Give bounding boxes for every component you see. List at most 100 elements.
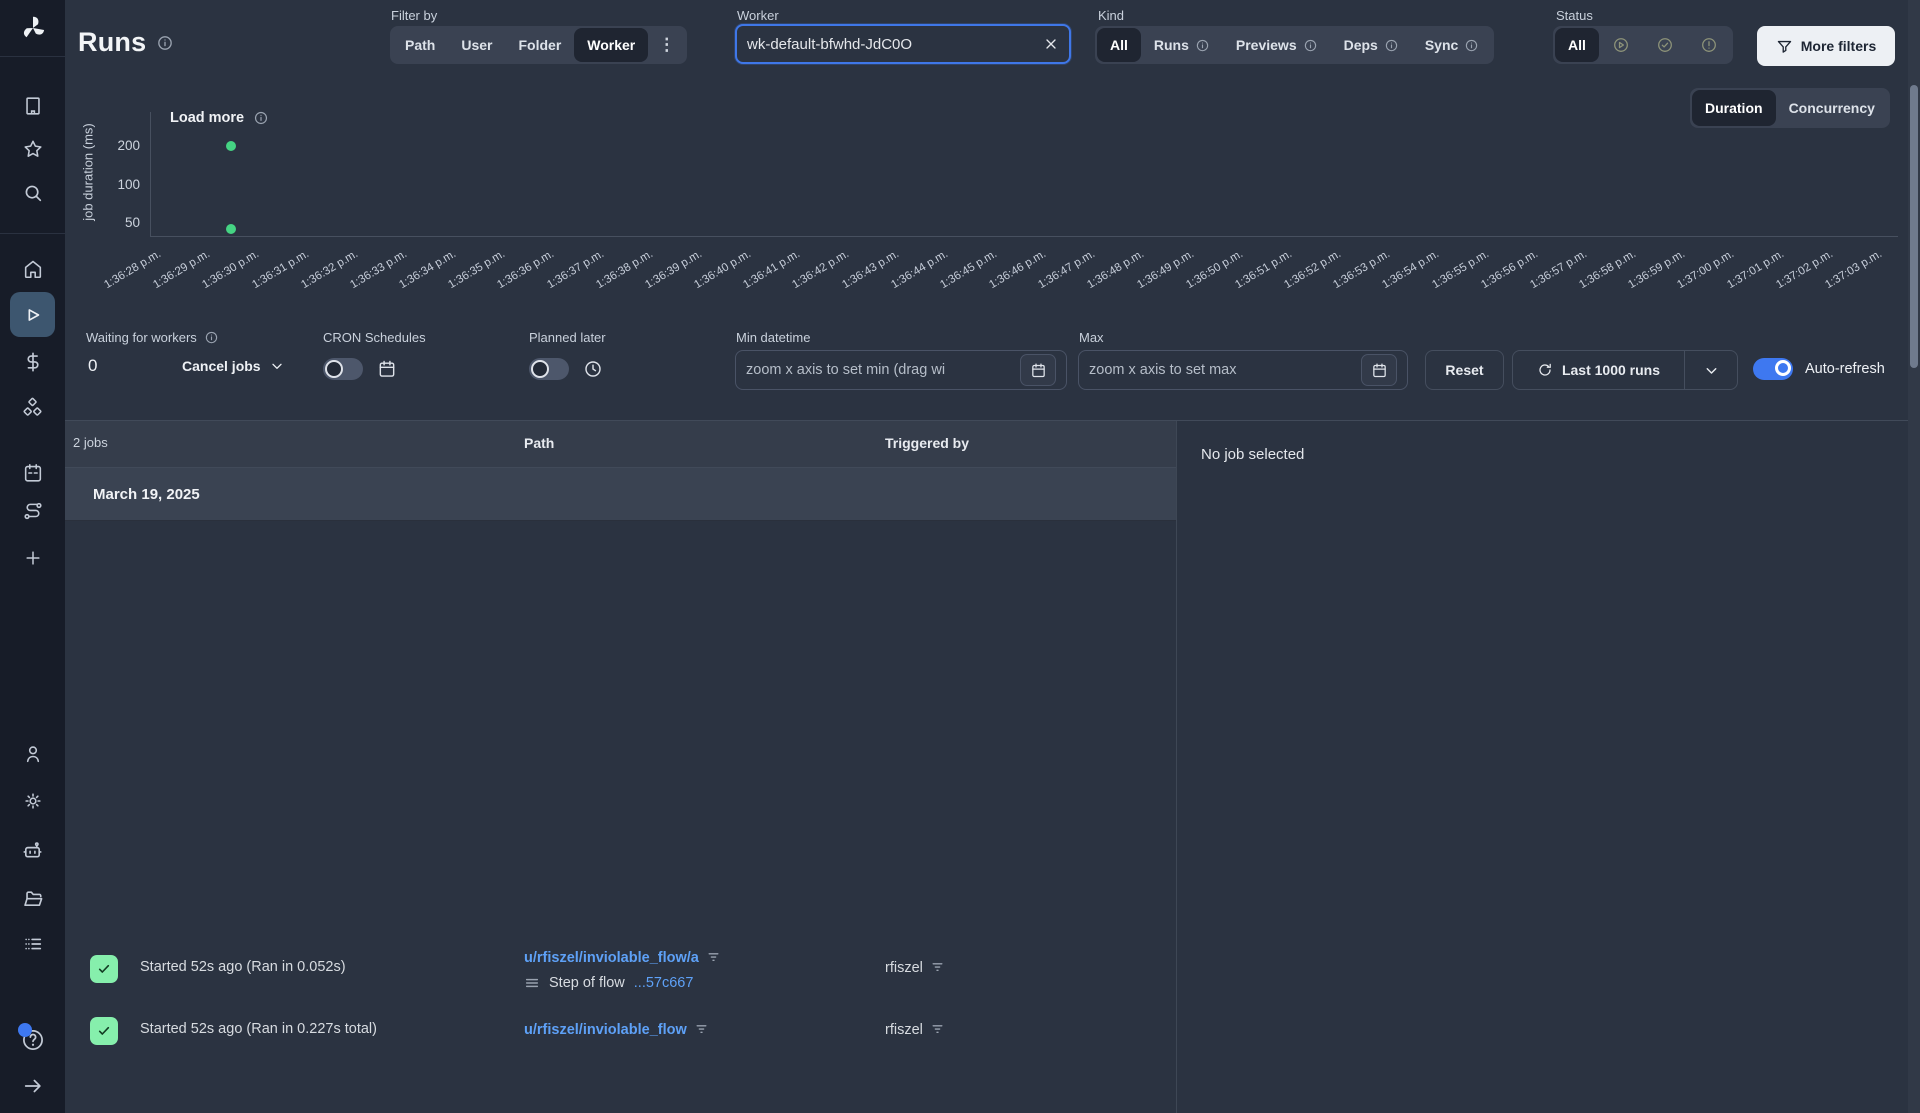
sidebar bbox=[0, 0, 65, 1113]
calendar-icon bbox=[1372, 362, 1386, 377]
divider bbox=[0, 56, 65, 57]
sidebar-item-search[interactable] bbox=[0, 175, 65, 211]
sidebar-item-user[interactable] bbox=[0, 736, 65, 772]
auto-refresh-toggle[interactable] bbox=[1753, 358, 1793, 380]
x-axis-labels: 1:36:28 p.m. 1:36:29 p.m. 1:36:30 p.m. 1:36… bbox=[102, 248, 1885, 292]
planned-later-label: Planned later bbox=[529, 330, 606, 345]
planned-later-toggle[interactable] bbox=[529, 358, 569, 380]
runs-page: Runs Filter by Path User Folder Worker ⋮… bbox=[0, 0, 1920, 1113]
min-datetime-placeholder: zoom x axis to set min (drag wi bbox=[746, 362, 946, 378]
flows-icon bbox=[23, 502, 42, 520]
runs-chart[interactable]: Load more job duration (ms) 200 100 50 1… bbox=[65, 0, 1920, 330]
job-path-link[interactable]: u/rfiszel/inviolable_flow bbox=[524, 1022, 687, 1038]
clock-icon[interactable] bbox=[583, 359, 603, 379]
check-icon bbox=[98, 964, 110, 973]
auto-refresh-label: Auto-refresh bbox=[1805, 361, 1885, 377]
success-check-badge bbox=[90, 955, 118, 983]
flow-step-text: Step of flow bbox=[549, 975, 625, 991]
jobs-table-header: 2 jobs Path Triggered by bbox=[65, 421, 1176, 468]
workers-icon bbox=[23, 841, 42, 858]
favorites-icon bbox=[23, 140, 42, 157]
sidebar-item-home[interactable] bbox=[0, 251, 65, 287]
job-row[interactable]: Started 52s ago (Ran in 0.052s) u/rfisze… bbox=[65, 941, 1176, 1009]
column-header-path: Path bbox=[524, 435, 555, 451]
cron-schedules-toggle[interactable] bbox=[323, 358, 363, 380]
scrollbar-thumb[interactable] bbox=[1910, 85, 1918, 368]
triggered-by-text: rfiszel bbox=[885, 1022, 923, 1038]
notification-dot bbox=[17, 1022, 32, 1037]
min-datetime-calendar-button[interactable] bbox=[1020, 354, 1056, 386]
reset-button[interactable]: Reset bbox=[1425, 350, 1504, 390]
jobs-section: 2 jobs Path Triggered by March 19, 2025 … bbox=[65, 420, 1920, 1113]
main-content: Runs Filter by Path User Folder Worker ⋮… bbox=[65, 0, 1920, 1113]
user-icon bbox=[26, 746, 39, 763]
filter-by-path-icon[interactable] bbox=[695, 1022, 708, 1035]
max-datetime-placeholder: zoom x axis to set max bbox=[1089, 362, 1237, 378]
sidebar-item-favorites[interactable] bbox=[0, 131, 65, 167]
calendar-icon bbox=[1031, 362, 1045, 377]
sidebar-item-add[interactable] bbox=[0, 540, 65, 576]
chevron-down-icon bbox=[271, 363, 282, 369]
jobs-count: 2 jobs bbox=[73, 435, 108, 450]
no-job-selected-text: No job selected bbox=[1201, 446, 1305, 463]
jobs-table: 2 jobs Path Triggered by March 19, 2025 … bbox=[65, 421, 1176, 1113]
min-datetime-input[interactable]: zoom x axis to set min (drag wi bbox=[735, 350, 1067, 390]
column-header-triggered-by: Triggered by bbox=[885, 435, 970, 451]
runs-icon bbox=[28, 308, 39, 321]
info-icon bbox=[205, 331, 217, 344]
divider bbox=[0, 233, 65, 234]
flow-step-icon bbox=[525, 978, 539, 988]
job-started-text: Started 52s ago (Ran in 0.052s) bbox=[140, 959, 346, 975]
expand-icon bbox=[24, 1079, 41, 1093]
calendar-icon[interactable] bbox=[377, 359, 397, 379]
schedules-icon bbox=[24, 463, 41, 482]
date-group-label: March 19, 2025 bbox=[93, 485, 200, 503]
cron-schedules-label: CRON Schedules bbox=[323, 330, 426, 345]
sidebar-item-folders[interactable] bbox=[0, 880, 65, 916]
min-datetime-label: Min datetime bbox=[736, 330, 811, 345]
job-duration-point[interactable] bbox=[225, 223, 236, 234]
check-icon bbox=[98, 1026, 110, 1035]
flow-id-link[interactable]: ...57c667 bbox=[634, 975, 694, 991]
max-datetime-calendar-button[interactable] bbox=[1361, 354, 1397, 386]
variables-icon bbox=[26, 352, 39, 372]
max-datetime-label: Max bbox=[1079, 330, 1104, 345]
job-duration-point[interactable] bbox=[225, 140, 236, 151]
sidebar-item-help[interactable] bbox=[0, 1022, 65, 1060]
filter-by-path-icon[interactable] bbox=[707, 950, 720, 963]
audit-logs-icon bbox=[24, 938, 41, 950]
sidebar-item-variables[interactable] bbox=[0, 344, 65, 380]
date-group-header: March 19, 2025 bbox=[65, 468, 1176, 521]
chevron-down-icon bbox=[1706, 367, 1716, 374]
filter-by-user-icon[interactable] bbox=[931, 1022, 944, 1035]
cancel-jobs-button[interactable]: Cancel jobs bbox=[182, 358, 285, 374]
resources-icon bbox=[23, 397, 42, 416]
job-row[interactable]: Started 52s ago (Ran in 0.227s total) u/… bbox=[65, 1009, 1176, 1059]
workspace-icon bbox=[25, 97, 40, 115]
sidebar-item-flows[interactable] bbox=[0, 493, 65, 529]
settings-icon bbox=[24, 793, 41, 809]
job-path-link[interactable]: u/rfiszel/inviolable_flow/a bbox=[524, 950, 699, 966]
search-icon bbox=[25, 185, 41, 202]
add-icon bbox=[25, 551, 40, 565]
job-started-text: Started 52s ago (Ran in 0.227s total) bbox=[140, 1021, 377, 1037]
max-datetime-input[interactable]: zoom x axis to set max bbox=[1078, 350, 1408, 390]
sidebar-item-expand[interactable] bbox=[0, 1068, 65, 1104]
sidebar-item-settings[interactable] bbox=[0, 783, 65, 819]
waiting-for-workers-label: Waiting for workers bbox=[86, 330, 197, 345]
waiting-for-workers-count: 0 bbox=[88, 356, 98, 375]
sidebar-item-audit-logs[interactable] bbox=[0, 926, 65, 962]
sidebar-item-workspace[interactable] bbox=[0, 88, 65, 124]
sidebar-item-runs-selected[interactable] bbox=[10, 292, 55, 337]
sidebar-item-workers[interactable] bbox=[0, 832, 65, 868]
last-runs-dropdown-button[interactable] bbox=[1685, 362, 1737, 379]
filter-by-user-icon[interactable] bbox=[931, 960, 944, 973]
refresh-icon bbox=[1539, 363, 1551, 376]
success-check-badge bbox=[90, 1017, 118, 1045]
last-runs-refresh-button[interactable]: Last 1000 runs bbox=[1513, 362, 1684, 378]
folders-icon bbox=[24, 890, 43, 906]
scrollbar[interactable] bbox=[1908, 0, 1920, 1113]
sidebar-item-resources[interactable] bbox=[0, 389, 65, 425]
sidebar-item-schedules[interactable] bbox=[0, 455, 65, 491]
windmill-logo[interactable] bbox=[0, 8, 65, 48]
